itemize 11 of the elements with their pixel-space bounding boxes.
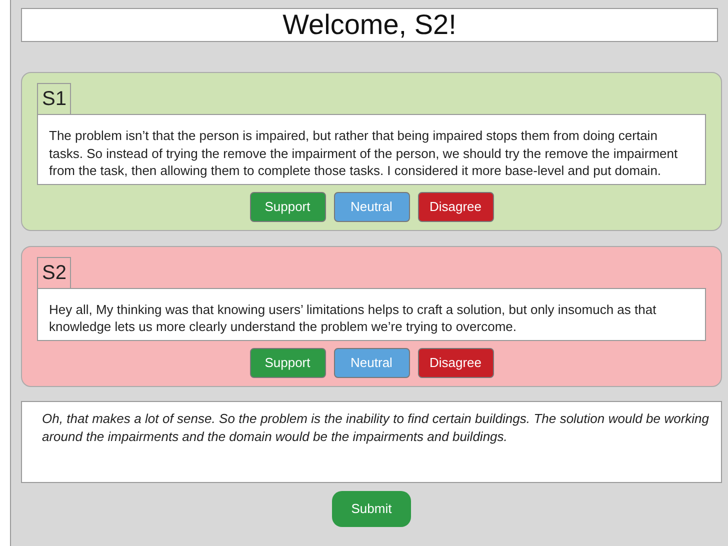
submit-button[interactable]: Submit [332, 490, 411, 526]
neutral-button[interactable]: Neutral [334, 348, 410, 378]
support-button[interactable]: Support [250, 348, 326, 378]
post-text: The problem isn’t that the person is impaired, but rather that being impaired stops them from doing certain tasks. So instead of trying the remove the impairment of the person, we should try the remove the impairment from the task, then allowing them to complete those tasks. I considered it more base-level and put domain. [37, 114, 706, 184]
disagree-button[interactable]: Disagree [418, 348, 494, 378]
support-button[interactable]: Support [250, 192, 326, 222]
disagree-button[interactable]: Disagree [418, 192, 494, 222]
neutral-button[interactable]: Neutral [334, 192, 410, 222]
response-field[interactable]: Oh, that makes a lot of sense. So the problem is the inability to find certain buildings. The solution would be working around the impairments and the domain would be the impairments and buildings. [21, 400, 722, 482]
post-text: Hey all, My thinking was that knowing users’ limitations helps to craft a solution, but only insomuch as that knowledge lets us more clearly understand the problem we’re trying to overcome. [37, 288, 706, 340]
page-title: Welcome, S2! [21, 8, 718, 42]
